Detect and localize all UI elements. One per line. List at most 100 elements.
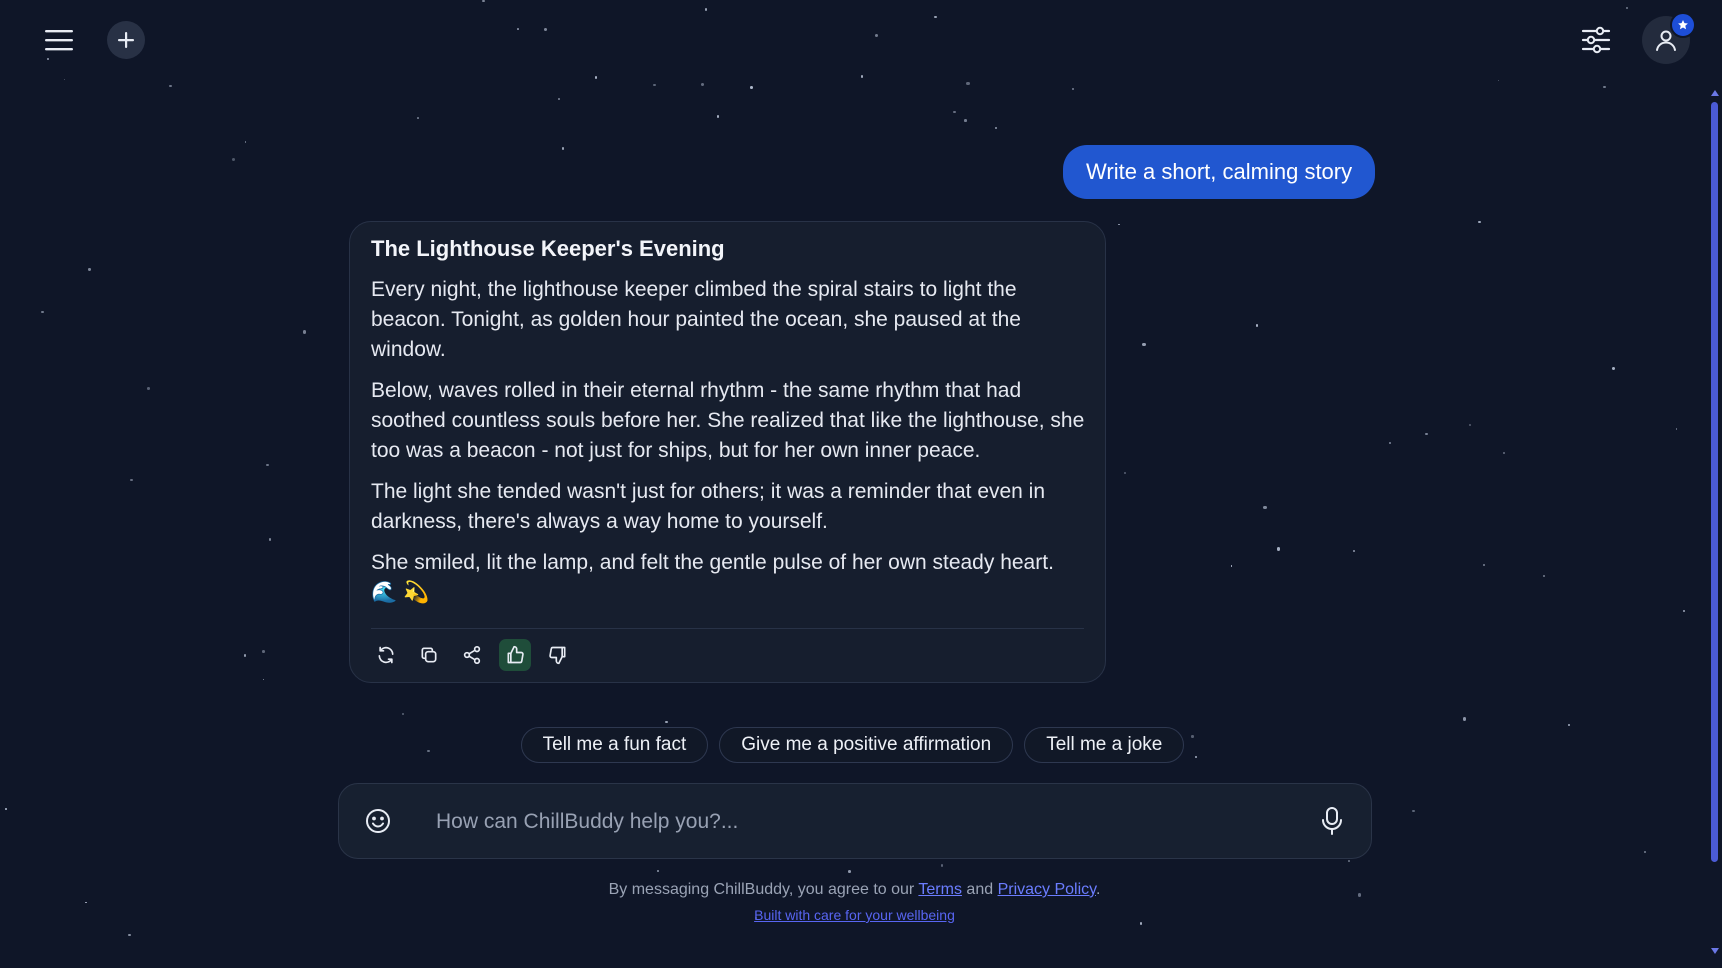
- star: [995, 126, 998, 129]
- star: [1682, 609, 1686, 613]
- dislike-button[interactable]: [542, 639, 574, 671]
- emoji-button[interactable]: [363, 806, 393, 836]
- plus-icon: [118, 32, 134, 48]
- star: [1611, 367, 1615, 371]
- star: [262, 649, 265, 653]
- star: [964, 118, 967, 122]
- star: [232, 158, 236, 162]
- star: [966, 81, 970, 85]
- star: [128, 933, 131, 937]
- star: [5, 807, 7, 810]
- star: [1230, 564, 1233, 567]
- privacy-policy-link[interactable]: Privacy Policy: [998, 881, 1096, 898]
- user-message-text: Write a short, calming story: [1086, 159, 1353, 184]
- star: [656, 869, 659, 872]
- star: [1348, 860, 1351, 863]
- story-paragraph: Every night, the lighthouse keeper climb…: [371, 277, 1021, 361]
- thumbs-down-icon: [549, 646, 566, 665]
- star: [1425, 432, 1428, 436]
- star: [262, 678, 265, 681]
- terms-prefix: By messaging ChillBuddy, you agree to ou…: [608, 881, 919, 898]
- star: [1568, 723, 1571, 726]
- star: [243, 654, 247, 658]
- star: [130, 478, 133, 482]
- scrollbar[interactable]: [1711, 90, 1719, 954]
- star: [1482, 563, 1486, 567]
- terms-suffix: .: [1095, 881, 1101, 898]
- star: [700, 82, 704, 86]
- user-message-bubble: Write a short, calming story: [1063, 145, 1376, 199]
- terms-link[interactable]: Terms: [918, 881, 962, 898]
- story-title: The Lighthouse Keeper's Evening: [371, 236, 725, 261]
- star: [1256, 324, 1259, 327]
- microphone-icon: [1322, 807, 1342, 835]
- scroll-down-arrow[interactable]: [1711, 948, 1719, 954]
- message-composer: [338, 783, 1372, 859]
- wellbeing-link[interactable]: Built with care for your wellbeing: [754, 907, 955, 923]
- star: [653, 83, 656, 87]
- star: [303, 330, 307, 334]
- star: [561, 147, 565, 151]
- star: [1462, 717, 1467, 721]
- card-divider: [371, 628, 1084, 629]
- footer-tagline: Built with care for your wellbeing: [0, 907, 1709, 923]
- star: [848, 870, 851, 873]
- star: [1503, 451, 1505, 454]
- star: [1644, 850, 1647, 853]
- regenerate-button[interactable]: [370, 639, 402, 671]
- settings-button[interactable]: [1578, 22, 1614, 58]
- star: [1117, 223, 1120, 226]
- copy-icon: [421, 647, 437, 663]
- sliders-icon: [1581, 26, 1611, 54]
- star: [402, 713, 405, 716]
- assistant-message-card: The Lighthouse Keeper's Evening Every ni…: [349, 221, 1106, 683]
- star: [1071, 87, 1074, 91]
- star: [1276, 547, 1280, 551]
- scroll-thumb[interactable]: [1711, 102, 1718, 862]
- star: [1675, 427, 1678, 430]
- star: [1388, 441, 1391, 444]
- scroll-up-arrow[interactable]: [1711, 90, 1719, 96]
- suggestion-chip[interactable]: Tell me a joke: [1024, 727, 1185, 763]
- star: [268, 537, 272, 541]
- thumbs-up-icon: [507, 645, 524, 664]
- star: [169, 84, 172, 88]
- star: [40, 310, 44, 314]
- star: [749, 85, 753, 89]
- message-input[interactable]: [434, 802, 1238, 842]
- star: [1123, 471, 1127, 475]
- star: [1353, 549, 1355, 552]
- like-button[interactable]: [499, 639, 531, 671]
- story-paragraph: Below, waves rolled in their eternal rhy…: [371, 378, 1085, 462]
- star: [417, 117, 419, 119]
- menu-button[interactable]: [40, 22, 78, 58]
- star: [953, 110, 956, 114]
- suggestion-chip[interactable]: Tell me a fun fact: [520, 727, 709, 763]
- suggestion-chip[interactable]: Give me a positive affirmation: [719, 727, 1014, 763]
- smiley-icon: [366, 809, 390, 833]
- microphone-button[interactable]: [1317, 804, 1347, 838]
- star: [1478, 220, 1482, 224]
- star: [940, 864, 944, 867]
- star: [85, 901, 87, 904]
- profile-button[interactable]: [1642, 12, 1696, 64]
- message-actions: [370, 639, 574, 671]
- top-bar: [0, 0, 1722, 80]
- star: [1412, 809, 1415, 813]
- story-paragraph: The light she tended wasn't just for oth…: [371, 479, 1046, 533]
- terms-notice: By messaging ChillBuddy, you agree to ou…: [0, 881, 1709, 899]
- star: [1603, 85, 1606, 89]
- story-paragraph: She smiled, lit the lamp, and felt the g…: [371, 550, 1054, 604]
- star: [88, 268, 91, 271]
- star: [266, 463, 269, 466]
- star-badge-icon: [1678, 20, 1688, 30]
- copy-button[interactable]: [413, 639, 445, 671]
- star: [665, 720, 669, 724]
- terms-and: and: [961, 881, 998, 898]
- share-icon: [463, 646, 481, 665]
- star: [557, 97, 560, 100]
- new-chat-button[interactable]: [107, 21, 145, 59]
- share-button[interactable]: [456, 639, 488, 671]
- suggestion-chips: Tell me a fun fact Give me a positive af…: [0, 727, 1722, 763]
- star: [1468, 423, 1472, 426]
